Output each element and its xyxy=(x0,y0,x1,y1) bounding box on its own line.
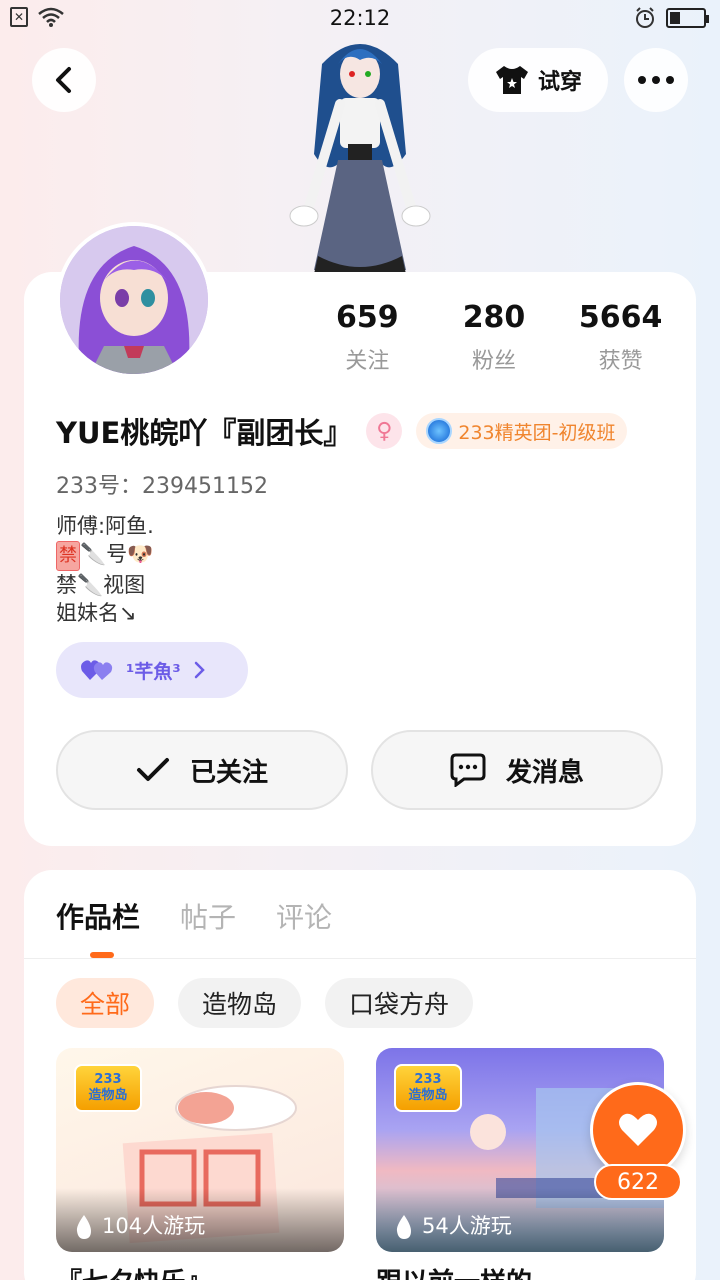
stat-following[interactable]: 659 关注 xyxy=(304,300,431,375)
prohibit-badge-icon: 禁 xyxy=(56,541,80,571)
game-title[interactable]: 跟以前一样的 xyxy=(376,1262,532,1280)
like-count: 622 xyxy=(594,1164,682,1200)
logo-text: 233 xyxy=(414,1072,442,1087)
play-count-bar: 104人游玩 xyxy=(56,1188,344,1252)
filter-creation-island[interactable]: 造物岛 xyxy=(178,978,302,1028)
stat-followers[interactable]: 280 粉丝 xyxy=(431,300,558,375)
more-dots-icon xyxy=(638,76,674,84)
battery-icon xyxy=(666,8,709,28)
play-count: 104人游玩 xyxy=(102,1214,206,1238)
filter-all[interactable]: 全部 xyxy=(56,978,155,1028)
logo-text: 造物岛 xyxy=(408,1088,448,1103)
avatar[interactable] xyxy=(56,222,212,378)
double-heart-icon xyxy=(81,660,113,680)
bio-text: 视图 xyxy=(103,573,146,597)
bio-line: 师傅:阿鱼. xyxy=(56,514,154,538)
play-count: 54人游玩 xyxy=(422,1214,512,1238)
creation-island-logo: 233 造物岛 xyxy=(74,1064,142,1112)
chevron-right-icon xyxy=(194,661,205,679)
bio-line: 禁🔪视图 xyxy=(56,571,154,599)
bio: 师傅:阿鱼. 禁 🔪号🐶 禁🔪视图 姐妹名↘ xyxy=(56,512,154,627)
tab-comments[interactable]: 评论 xyxy=(276,896,332,936)
stat-label: 获赞 xyxy=(598,349,643,374)
tshirt-icon xyxy=(495,66,528,94)
flame-icon xyxy=(76,1215,91,1239)
check-icon xyxy=(136,758,169,781)
group-badge-label: 233精英团-初级班 xyxy=(458,421,616,444)
flame-icon xyxy=(396,1215,411,1239)
knife-icon: 🔪 xyxy=(80,542,107,566)
stat-value: 280 xyxy=(462,300,526,335)
fan-group-label: ¹芊魚³ xyxy=(126,660,181,683)
name-row: YUE桃皖吖『副团长』 ♀ 233精英团-初级班 xyxy=(56,410,628,452)
try-on-button[interactable]: 试穿 xyxy=(468,48,608,112)
bio-line: 禁 🔪号🐶 xyxy=(56,540,154,571)
stat-label: 粉丝 xyxy=(472,349,517,374)
more-button[interactable] xyxy=(624,48,688,112)
message-label: 发消息 xyxy=(505,757,584,788)
female-gender-icon: ♀ xyxy=(366,413,403,449)
stats-row: 659 关注 280 粉丝 5664 获赞 xyxy=(304,300,684,375)
follow-button[interactable]: 已关注 xyxy=(56,730,348,810)
tab-posts[interactable]: 帖子 xyxy=(180,896,236,936)
alarm-icon xyxy=(636,7,654,28)
tab-works[interactable]: 作品栏 xyxy=(56,896,140,936)
group-badge[interactable]: 233精英团-初级班 xyxy=(416,413,628,449)
filter-chips: 全部 造物岛 口袋方舟 xyxy=(56,978,474,1028)
game-title[interactable]: 『七夕快乐』 xyxy=(56,1262,212,1280)
chevron-left-icon xyxy=(56,67,71,93)
follow-label: 已关注 xyxy=(189,757,268,788)
stat-label: 关注 xyxy=(345,349,390,374)
bio-line: 姐妹名↘ xyxy=(56,601,137,625)
status-right xyxy=(634,7,709,29)
username: YUE桃皖吖『副团长』 xyxy=(56,416,353,450)
works-card: 作品栏 帖子 评论 全部 造物岛 口袋方舟 233 造物岛 104人游玩 233… xyxy=(24,870,696,1280)
chat-bubble-icon xyxy=(450,753,486,787)
fan-group-pill[interactable]: ¹芊魚³ xyxy=(56,642,248,698)
avatar-character-figure xyxy=(282,34,438,274)
try-on-label: 试穿 xyxy=(537,70,582,95)
filter-pocket-ark[interactable]: 口袋方舟 xyxy=(325,978,474,1028)
user-id: 233号：239451152 xyxy=(56,474,268,499)
back-button[interactable] xyxy=(32,48,96,112)
stat-value: 5664 xyxy=(578,300,663,335)
bio-text: 禁 xyxy=(56,573,77,597)
creation-island-logo: 233 造物岛 xyxy=(394,1064,462,1112)
logo-text: 造物岛 xyxy=(88,1088,128,1103)
bio-text: 号 xyxy=(106,542,128,566)
knife-icon: 🔪 xyxy=(77,573,104,597)
status-time: 22:12 xyxy=(329,6,391,30)
stat-likes[interactable]: 5664 获赞 xyxy=(557,300,684,375)
logo-text: 233 xyxy=(94,1072,122,1087)
game-card[interactable]: 233 造物岛 104人游玩 xyxy=(56,1048,344,1252)
status-bar: ✕ 22:12 xyxy=(0,0,720,38)
stat-value: 659 xyxy=(336,300,399,335)
gem-icon xyxy=(426,418,453,444)
divider xyxy=(24,958,696,959)
dog-face-icon: 🐶 xyxy=(127,542,154,566)
heart-icon xyxy=(619,1113,657,1146)
send-message-button[interactable]: 发消息 xyxy=(371,730,663,810)
tab-bar: 作品栏 帖子 评论 xyxy=(56,896,332,936)
